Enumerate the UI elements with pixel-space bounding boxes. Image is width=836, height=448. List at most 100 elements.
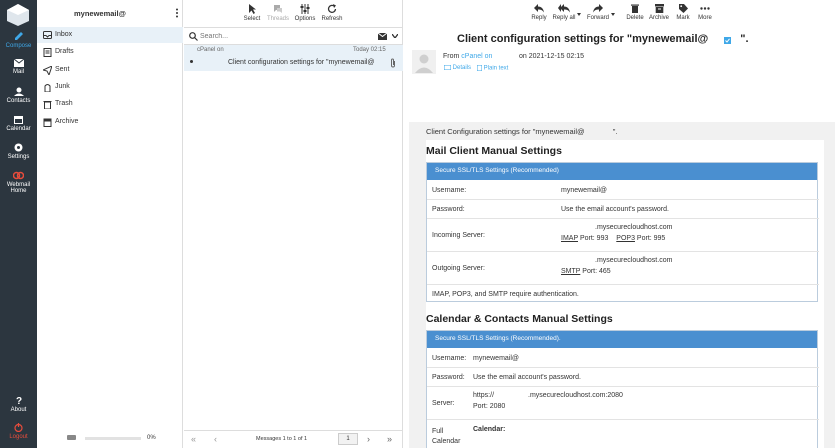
- quota-percent: 0%: [147, 435, 156, 441]
- nav-logout[interactable]: Logout: [0, 423, 37, 440]
- forward-button[interactable]: Forward: [586, 4, 610, 21]
- folder-inbox[interactable]: Inbox: [37, 27, 183, 43]
- options-label: Options: [294, 16, 316, 22]
- server-label: Server:: [432, 400, 455, 407]
- reply-all-dropdown-icon[interactable]: [577, 13, 581, 16]
- folder-junk[interactable]: Junk: [37, 79, 183, 95]
- sent-icon: [43, 66, 52, 75]
- smtp-port: Port: 465: [582, 268, 611, 275]
- webmail-home-icon: [13, 171, 24, 180]
- more-button[interactable]: More: [696, 4, 714, 21]
- refresh-button[interactable]: Refresh: [319, 4, 345, 22]
- last-page-icon[interactable]: »: [387, 434, 392, 444]
- reply-icon: [534, 4, 544, 13]
- app-logo[interactable]: [5, 3, 31, 27]
- nav-mail-label: Mail: [12, 69, 24, 75]
- page-number[interactable]: 1: [338, 433, 358, 445]
- message-list-item[interactable]: cPanel on Today 02:15 Client configurati…: [184, 45, 403, 71]
- mark-button[interactable]: Mark: [674, 4, 692, 21]
- forward-icon: [593, 4, 603, 13]
- archive-icon: [654, 4, 664, 13]
- nav-calendar[interactable]: Calendar: [0, 115, 37, 132]
- threads-button[interactable]: Threads: [265, 4, 291, 22]
- folder-label: Junk: [55, 83, 70, 90]
- pop3-label: POP3: [616, 235, 635, 242]
- folder-archive[interactable]: Archive: [37, 114, 183, 130]
- nav-settings[interactable]: Settings: [0, 143, 37, 160]
- delete-button[interactable]: Delete: [624, 4, 646, 21]
- on-label: on: [519, 53, 527, 60]
- outgoing-server-row: Outgoing Server: .mysecurecloudhost.com …: [427, 252, 819, 285]
- folder-sent[interactable]: Sent: [37, 62, 183, 78]
- quota-icon: [67, 434, 76, 443]
- folder-trash[interactable]: Trash: [37, 96, 183, 112]
- details-label: Details: [452, 65, 472, 72]
- trash-icon: [43, 101, 52, 109]
- from-name[interactable]: cPanel: [461, 53, 482, 60]
- cal-server-row: Server: https:// .mysecurecloudhost.com:…: [427, 387, 819, 420]
- account-menu-icon[interactable]: [175, 8, 179, 18]
- folder-label: Inbox: [55, 31, 73, 38]
- message-list-pane: Select Threads Options Refresh cPanel on…: [184, 0, 403, 448]
- calendar-settings-card: Calendar & Contacts Manual Settings Secu…: [426, 308, 824, 448]
- reply-all-button[interactable]: Reply all: [552, 4, 576, 21]
- reply-all-icon: [558, 4, 570, 13]
- search-input[interactable]: [200, 31, 370, 42]
- folder-drafts[interactable]: Drafts: [37, 44, 183, 60]
- envelope-filter-icon[interactable]: [378, 33, 387, 40]
- subject-end: ".: [740, 33, 749, 45]
- checkbox-icon[interactable]: [724, 37, 731, 44]
- search-bar: [184, 27, 403, 45]
- pop3-port: Port: 995: [636, 235, 666, 242]
- incoming-host: .mysecurecloudhost.com: [595, 224, 673, 231]
- full-calendar-label-2: Calendar: [432, 438, 461, 445]
- forward-dropdown-icon[interactable]: [611, 13, 615, 16]
- date-line: on 2021-12-15 02:15: [519, 53, 584, 60]
- intro-end: ".: [612, 127, 618, 136]
- from-on: on: [484, 53, 493, 60]
- trash-icon: [631, 4, 639, 13]
- plain-text-label: Plain text: [483, 65, 509, 72]
- plain-text-link[interactable]: Plain text: [476, 64, 509, 72]
- next-page-icon[interactable]: ›: [367, 434, 370, 444]
- more-icon: [700, 7, 710, 10]
- intro-text: Client Configuration settings for "mynew…: [426, 127, 585, 136]
- nav-webmail-label-2: Home: [10, 188, 27, 194]
- reply-label: Reply: [531, 15, 547, 21]
- message-subject: Client configuration settings for "mynew…: [228, 59, 375, 66]
- search-icon: [189, 32, 198, 41]
- chevron-down-icon[interactable]: [392, 34, 398, 38]
- compose-icon: [14, 32, 23, 40]
- calendar-icon: [14, 116, 23, 124]
- select-button[interactable]: Select: [241, 4, 263, 22]
- nav-contacts[interactable]: Contacts: [0, 87, 37, 104]
- intro-line: Client Configuration settings for "mynew…: [426, 127, 617, 136]
- archive-button[interactable]: Archive: [648, 4, 670, 21]
- options-button[interactable]: Options: [292, 4, 318, 22]
- details-link[interactable]: Details: [443, 64, 472, 72]
- nav-compose[interactable]: Compose: [0, 31, 37, 49]
- envelope-icon: [443, 64, 452, 71]
- nav-about[interactable]: ? About: [0, 395, 37, 413]
- sliders-icon: [300, 4, 310, 14]
- nav-mail[interactable]: Mail: [0, 59, 37, 75]
- auth-note-row: IMAP, POP3, and SMTP require authenticat…: [427, 285, 819, 302]
- nav-webmail-home[interactable]: Webmail Home: [0, 171, 37, 194]
- incoming-label: Incoming Server:: [432, 232, 485, 239]
- mail-settings-card: Mail Client Manual Settings Secure SSL/T…: [426, 140, 824, 316]
- select-label: Select: [243, 16, 261, 22]
- username-label: Username:: [432, 187, 467, 194]
- imap-port: Port: 993: [579, 235, 609, 242]
- reply-all-label: Reply all: [552, 15, 576, 21]
- username-value: mynewemail@: [561, 187, 608, 194]
- prev-page-icon[interactable]: ‹: [214, 434, 217, 444]
- server-host: .mysecurecloudhost.com:2080: [528, 392, 623, 399]
- reply-button[interactable]: Reply: [530, 4, 548, 21]
- calendar-settings-table: Secure SSL/TLS Settings (Recommended). U…: [426, 330, 819, 448]
- nav-calendar-label: Calendar: [6, 126, 31, 132]
- first-page-icon[interactable]: «: [191, 434, 196, 444]
- attachment-icon: [391, 58, 395, 68]
- cal-username-label: Username:: [432, 355, 467, 362]
- incoming-server-row: Incoming Server: .mysecurecloudhost.com …: [427, 219, 819, 252]
- cal-password-value: Use the email account's password.: [473, 374, 581, 381]
